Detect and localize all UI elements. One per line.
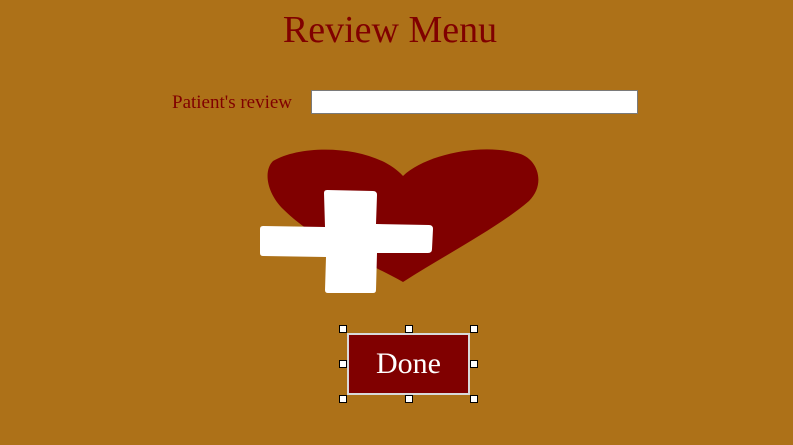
heart-with-plus-icon <box>260 149 539 293</box>
heart-shape <box>267 149 539 282</box>
resize-handle-right[interactable] <box>470 360 478 368</box>
resize-handle-bottom-left[interactable] <box>339 395 347 403</box>
review-menu-window: { "page": { "title": "Review Menu" }, "f… <box>0 0 793 445</box>
page-title: Review Menu <box>282 9 498 51</box>
done-button-selection: Done <box>339 325 478 403</box>
patient-review-input[interactable] <box>311 90 638 114</box>
resize-handle-top-right[interactable] <box>470 325 478 333</box>
resize-handle-bottom-right[interactable] <box>470 395 478 403</box>
resize-handle-left[interactable] <box>339 360 347 368</box>
resize-handle-bottom[interactable] <box>405 395 413 403</box>
done-button[interactable]: Done <box>347 333 470 395</box>
resize-handle-top-left[interactable] <box>339 325 347 333</box>
patient-review-label: Patient's review <box>172 92 293 113</box>
resize-handle-top[interactable] <box>405 325 413 333</box>
